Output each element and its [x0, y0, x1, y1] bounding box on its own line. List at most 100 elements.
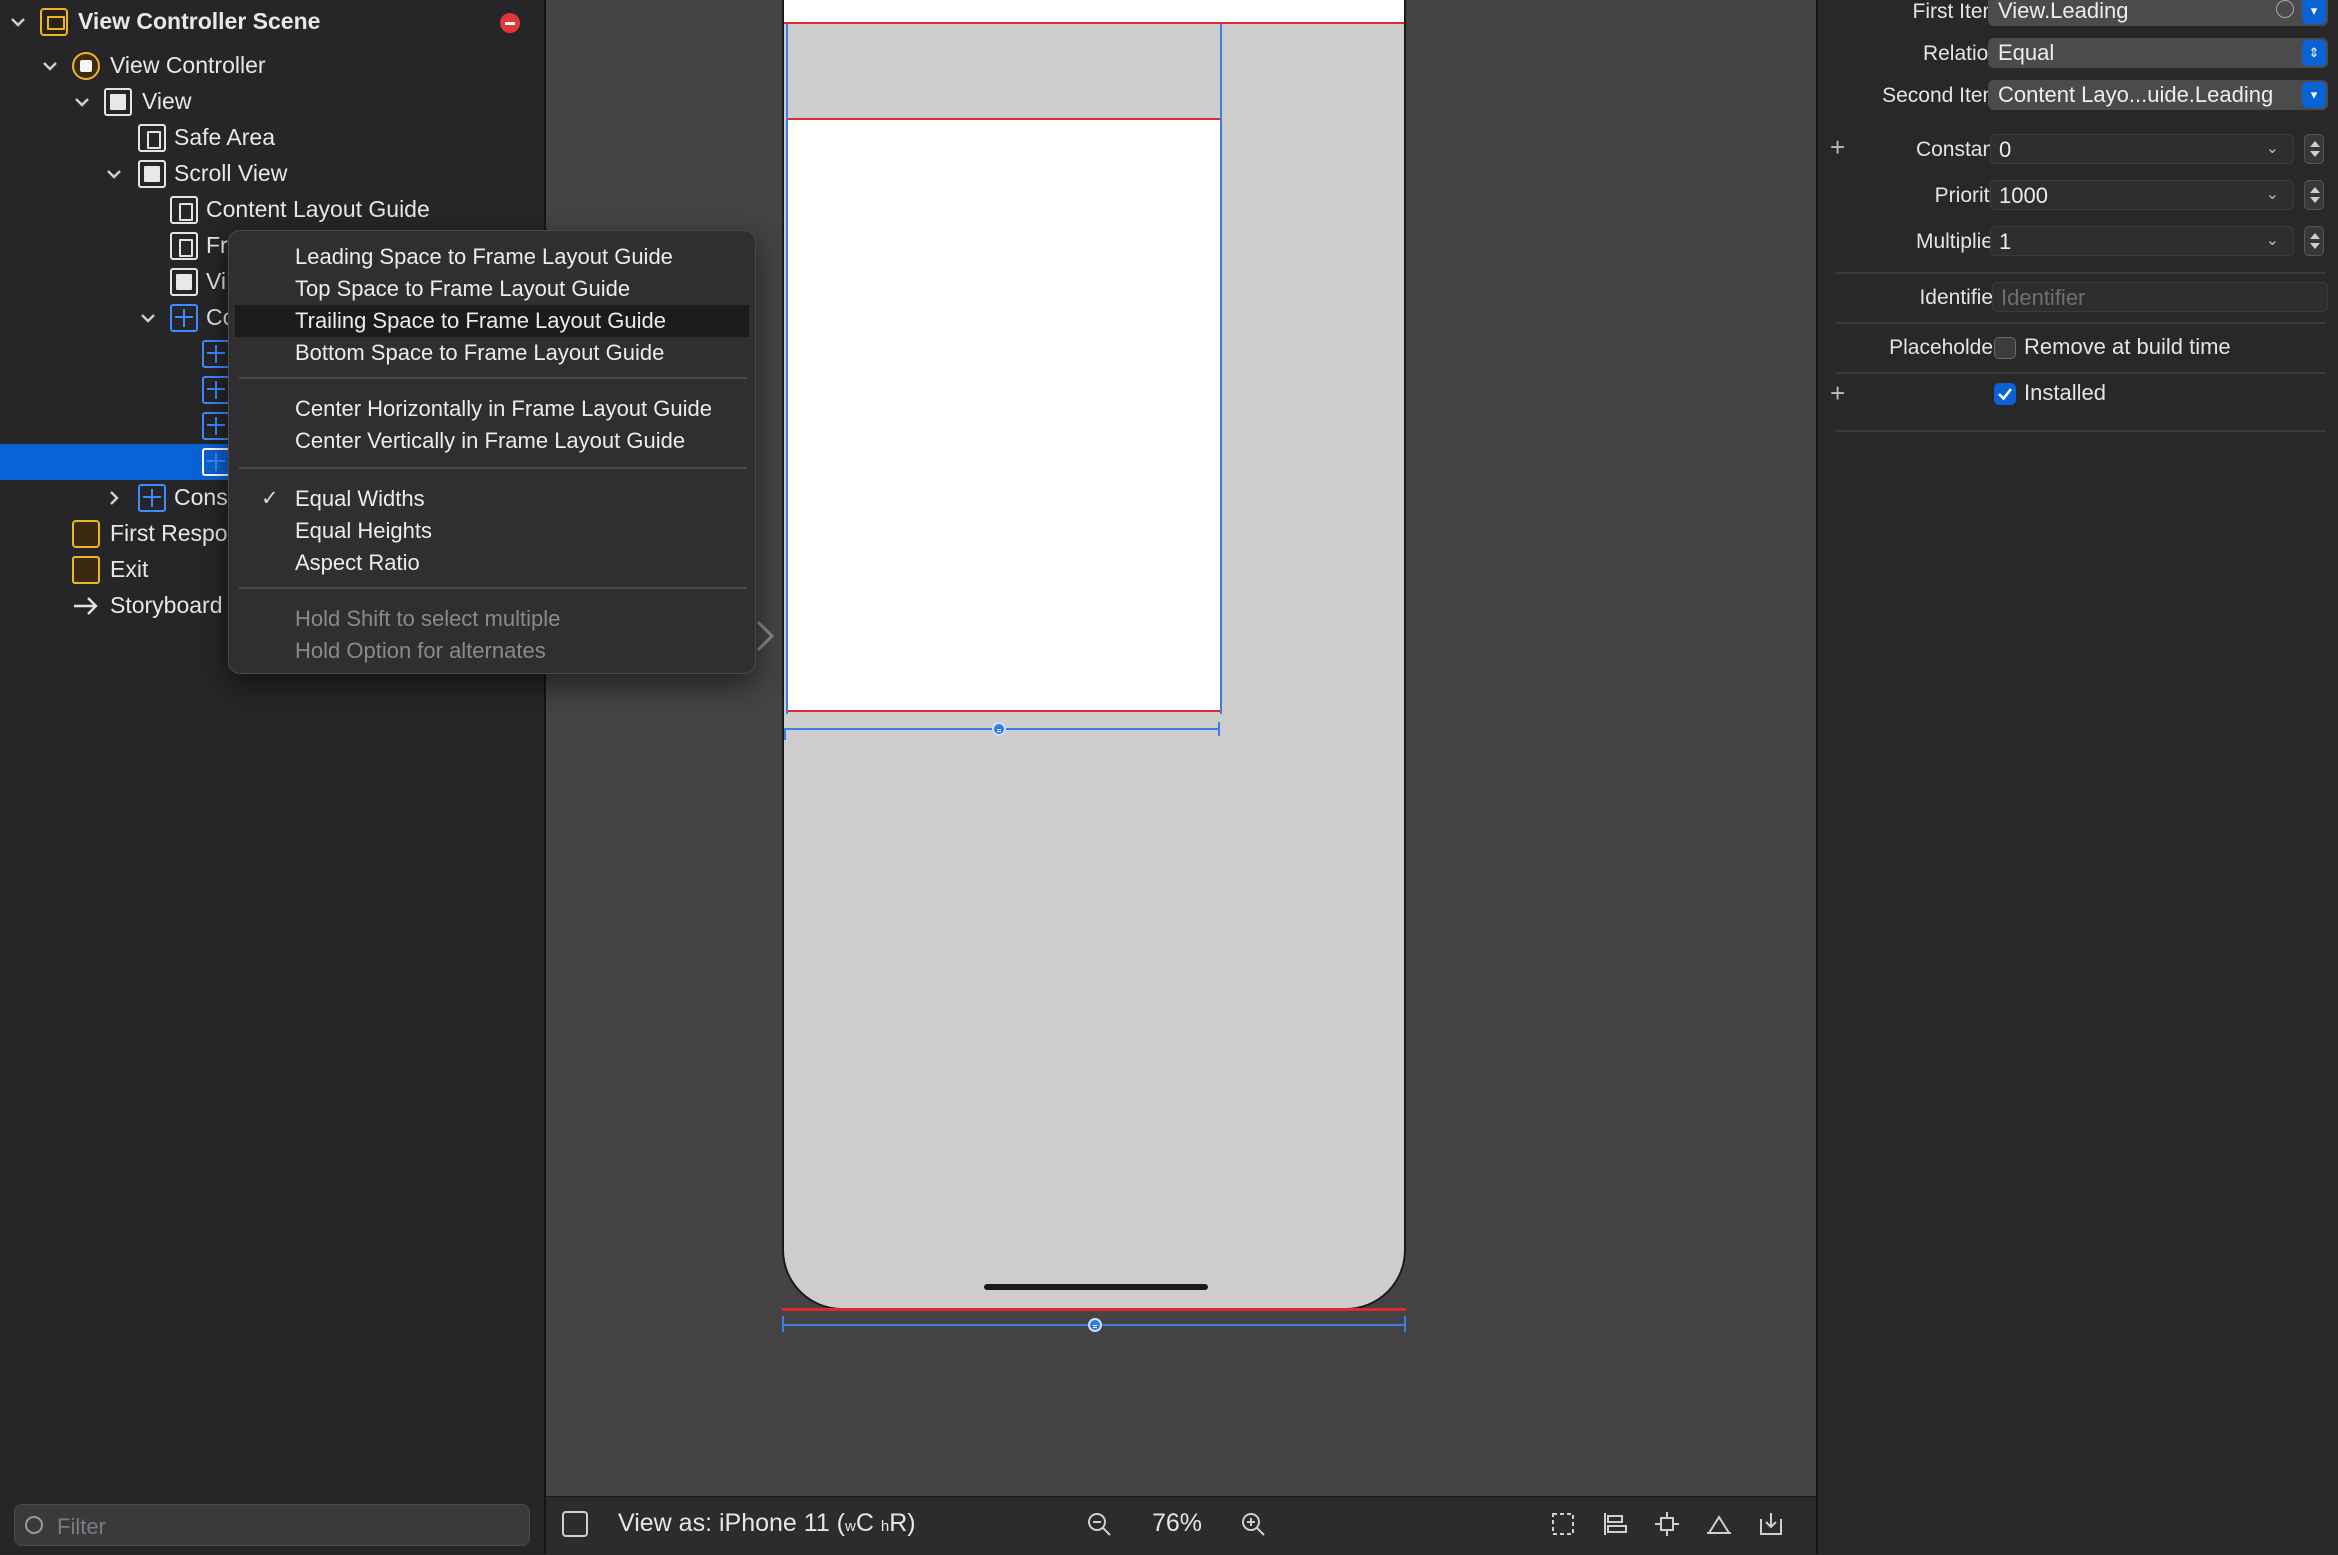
layout-guide-icon — [170, 196, 198, 224]
divider — [1836, 430, 2326, 432]
outline-label: Safe Area — [174, 124, 276, 150]
menu-item-leading-space[interactable]: Leading Space to Frame Layout Guide — [235, 241, 749, 273]
outline-row-content-layout-guide[interactable]: Content Layout Guide — [0, 192, 544, 228]
priority-stepper[interactable] — [2304, 180, 2324, 210]
disclosure-open-icon[interactable] — [40, 56, 60, 76]
filter-field[interactable]: Filter — [14, 1504, 530, 1546]
constraints-icon — [138, 484, 166, 512]
outline-row-view[interactable]: View — [0, 84, 544, 120]
size-class-r: R) — [889, 1509, 916, 1537]
outline-row-safe-area[interactable]: Safe Area — [0, 120, 544, 156]
disclosure-open-icon[interactable] — [8, 12, 28, 32]
menu-separator — [239, 377, 747, 379]
add-constraints-icon[interactable] — [1654, 1511, 1680, 1537]
multiplier-value: 1 — [1999, 229, 2012, 254]
outline-row-scene[interactable]: View Controller Scene — [0, 4, 544, 40]
installed-checkbox[interactable] — [1994, 383, 2016, 405]
menu-separator — [239, 587, 747, 589]
selection-line — [786, 24, 788, 714]
divider — [1836, 322, 2326, 324]
constraint-icon — [202, 412, 230, 440]
second-item-label: Second Item — [1882, 84, 2000, 107]
remove-at-build-checkbox[interactable] — [1994, 337, 2016, 359]
layout-guide-icon — [170, 232, 198, 260]
first-item-popup[interactable]: View.Leading ▾ — [1988, 0, 2328, 26]
checkmark-icon — [1998, 388, 2013, 401]
menu-item-label: Top Space to Frame Layout Guide — [295, 276, 631, 301]
content-view[interactable] — [788, 120, 1222, 710]
embed-in-icon[interactable] — [1758, 1511, 1784, 1537]
size-class-h: h — [880, 1518, 890, 1535]
add-variation-icon[interactable]: + — [1830, 132, 1845, 163]
constraints-icon — [170, 304, 198, 332]
attributes-inspector: First Item View.Leading ▾ Relation Equal… — [1816, 0, 2338, 1554]
toggle-outline-icon[interactable] — [562, 1511, 588, 1537]
disclosure-open-icon[interactable] — [104, 164, 124, 184]
outline-label: View — [142, 88, 192, 114]
add-variation-icon[interactable]: + — [1830, 378, 1845, 409]
up-down-chevron-icon[interactable]: ⇕ — [2302, 40, 2326, 66]
exit-icon — [72, 556, 100, 584]
identifier-field[interactable]: Identifier — [1992, 282, 2328, 312]
align-icon[interactable] — [1602, 1511, 1628, 1537]
storyboard-canvas[interactable] — [546, 0, 1816, 1496]
equal-widths-constraint-badge[interactable] — [992, 722, 1006, 736]
priority-value: 1000 — [1999, 183, 2048, 208]
menu-item-top-space[interactable]: Top Space to Frame Layout Guide — [235, 273, 749, 305]
chevron-down-icon[interactable]: ▾ — [2302, 82, 2326, 108]
menu-item-equal-widths[interactable]: ✓ Equal Widths — [235, 483, 749, 515]
selection-line — [1220, 24, 1222, 714]
installed-label: Installed — [2024, 380, 2106, 405]
error-icon[interactable] — [500, 13, 520, 33]
outline-label: View Controller Scene — [78, 8, 321, 34]
scroll-view-icon — [138, 160, 166, 188]
view-as-label[interactable]: View as: iPhone 11 (wC hR) — [618, 1509, 916, 1538]
disclosure-open-icon[interactable] — [138, 308, 158, 328]
disclosure-open-icon[interactable] — [72, 92, 92, 112]
menu-item-center-vertically[interactable]: Center Vertically in Frame Layout Guide — [235, 425, 749, 457]
menu-item-label: Hold Option for alternates — [295, 638, 546, 663]
device-frame[interactable] — [782, 0, 1406, 1310]
outline-label: Content Layout Guide — [206, 196, 430, 222]
relation-value: Equal — [1998, 40, 2055, 65]
menu-item-trailing-space[interactable]: Trailing Space to Frame Layout Guide — [235, 305, 749, 337]
dimension-tick — [1218, 722, 1220, 736]
chevron-down-icon[interactable]: ▾ — [2302, 0, 2326, 24]
size-class-w: w — [845, 1518, 856, 1535]
chevron-down-icon[interactable]: ⌄ — [2266, 184, 2279, 204]
constant-field[interactable]: 0 ⌄ — [1990, 134, 2294, 164]
resolve-issues-icon[interactable] — [1706, 1511, 1732, 1537]
equal-widths-constraint-badge[interactable] — [1088, 1318, 1102, 1332]
menu-item-aspect-ratio[interactable]: Aspect Ratio — [235, 547, 749, 579]
constraint-icon — [202, 448, 230, 476]
divider — [1836, 272, 2326, 274]
menu-item-label: Equal Widths — [295, 486, 425, 511]
outline-label: Vi — [206, 268, 227, 294]
home-indicator — [984, 1284, 1208, 1290]
outline-row-view-controller[interactable]: View Controller — [0, 48, 544, 84]
chevron-down-icon[interactable]: ⌄ — [2266, 230, 2279, 250]
zoom-out-icon[interactable] — [1086, 1511, 1112, 1537]
multiplier-field[interactable]: 1 ⌄ — [1990, 226, 2294, 256]
canvas-bottom-bar: View as: iPhone 11 (wC hR) 76% — [546, 1496, 1816, 1555]
priority-field[interactable]: 1000 ⌄ — [1990, 180, 2294, 210]
second-item-popup[interactable]: Content Layo...uide.Leading ▾ — [1988, 80, 2328, 110]
layout-guide-icon — [138, 124, 166, 152]
disclosure-closed-icon[interactable] — [104, 488, 124, 508]
update-frames-icon[interactable] — [1550, 1511, 1576, 1537]
outline-row-scroll-view[interactable]: Scroll View — [0, 156, 544, 192]
menu-item-bottom-space[interactable]: Bottom Space to Frame Layout Guide — [235, 337, 749, 369]
constraint-context-menu: Leading Space to Frame Layout Guide Top … — [228, 230, 756, 674]
menu-item-equal-heights[interactable]: Equal Heights — [235, 515, 749, 547]
outline-label: Fr — [206, 232, 228, 258]
navigate-arrow-icon[interactable] — [2276, 0, 2294, 18]
relation-popup[interactable]: Equal ⇕ — [1988, 38, 2328, 68]
multiplier-stepper[interactable] — [2304, 226, 2324, 256]
zoom-in-icon[interactable] — [1240, 1511, 1266, 1537]
status-bar-area — [784, 0, 1404, 24]
menu-item-center-horizontally[interactable]: Center Horizontally in Frame Layout Guid… — [235, 393, 749, 425]
chevron-down-icon[interactable]: ⌄ — [2266, 138, 2279, 158]
filter-placeholder: Filter — [57, 1514, 106, 1539]
constant-stepper[interactable] — [2304, 134, 2324, 164]
constraint-line — [784, 22, 1404, 24]
